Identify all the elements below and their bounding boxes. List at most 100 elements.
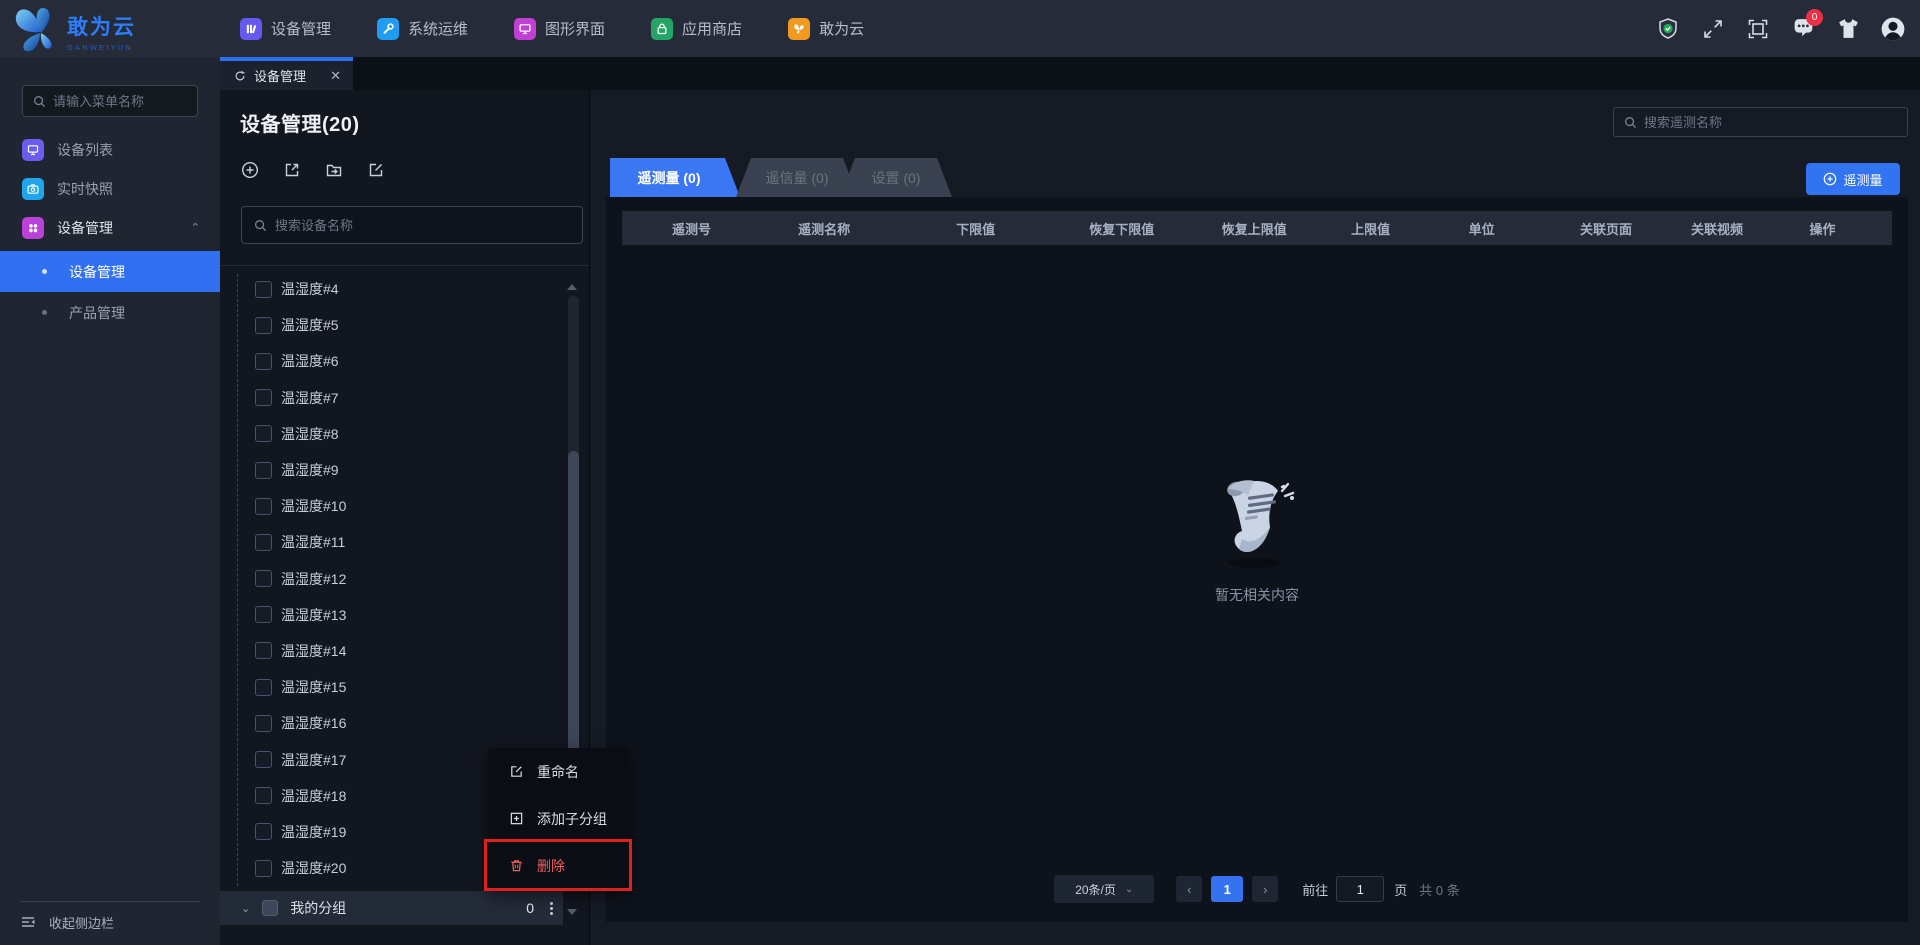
device-row[interactable]: 温湿度#11 (220, 524, 565, 560)
device-row[interactable]: 温湿度#13 (220, 597, 565, 633)
bullet-icon (42, 310, 47, 315)
device-label: 温湿度#13 (281, 606, 347, 623)
close-icon[interactable]: ✕ (330, 69, 341, 82)
scroll-up-arrow[interactable] (567, 284, 577, 290)
refresh-icon[interactable] (234, 70, 246, 82)
add-icon[interactable] (241, 161, 259, 179)
device-checkbox[interactable] (255, 316, 272, 334)
shopping-bag-icon (651, 17, 674, 40)
sidebar-item-label: 设备管理 (57, 219, 113, 236)
sidebar-item-device-list[interactable]: 设备列表 (0, 130, 220, 169)
page-size-value: 20条/页 (1075, 882, 1116, 897)
next-page-button[interactable]: › (1252, 876, 1279, 902)
sidebar-item-device-management[interactable]: 设备管理 ⌃ (0, 208, 220, 247)
nav-item-device-management[interactable]: 设备管理 (240, 17, 332, 40)
device-checkbox[interactable] (255, 280, 272, 298)
tab-telesignal[interactable]: 遥信量 (0) (736, 158, 858, 197)
device-row[interactable]: 温湿度#4 (220, 271, 565, 307)
table-header-row: 遥测号 遥测名称 下限值 恢复下限值 恢复上限值 上限值 单位 关联页面 关联视频 操作 (622, 211, 1892, 245)
fullscreen-icon[interactable] (1700, 16, 1726, 42)
device-row[interactable]: 温湿度#15 (220, 669, 565, 705)
device-row[interactable]: 温湿度#12 (220, 561, 565, 597)
device-row[interactable]: 温湿度#9 (220, 452, 565, 488)
chevron-down-icon[interactable]: ⌄ (241, 902, 250, 915)
collapse-sidebar-button[interactable]: 收起侧边栏 (20, 907, 114, 937)
telemetry-search-box[interactable] (1613, 107, 1908, 137)
sidebar-subitem-product-management[interactable]: 产品管理 (0, 292, 220, 333)
scroll-down-arrow[interactable] (567, 909, 577, 915)
security-shield-icon[interactable] (1655, 16, 1681, 42)
goto-label: 前往 (1302, 882, 1329, 898)
add-telemetry-label: 遥测量 (1843, 172, 1883, 188)
nav-item-label: 设备管理 (271, 21, 332, 38)
device-checkbox[interactable] (255, 678, 272, 696)
user-avatar[interactable] (1880, 16, 1906, 42)
screenshot-frame-icon[interactable] (1745, 16, 1771, 42)
context-menu-add-subgroup[interactable]: 添加子分组 (488, 795, 627, 842)
edit-icon[interactable] (367, 161, 385, 179)
tab-label: 遥信量 (0) (765, 169, 829, 186)
device-label: 温湿度#4 (281, 281, 339, 298)
tab-settings[interactable]: 设置 (0) (840, 158, 952, 197)
device-label: 温湿度#10 (281, 498, 347, 515)
telemetry-search-input[interactable] (1644, 114, 1884, 130)
goto-page-input[interactable] (1336, 876, 1385, 902)
device-search-box[interactable] (241, 206, 583, 244)
device-checkbox[interactable] (255, 570, 272, 588)
device-checkbox[interactable] (255, 461, 272, 479)
tab-label: 设置 (0) (871, 169, 921, 186)
page-size-dropdown[interactable]: 20条/页 ⌄ (1054, 875, 1155, 903)
messages-icon[interactable]: 0 (1790, 8, 1823, 42)
sidebar-subitem-label: 产品管理 (69, 304, 125, 321)
chevron-up-icon[interactable]: ⌃ (191, 221, 200, 234)
device-row[interactable]: 温湿度#7 (220, 380, 565, 416)
device-row[interactable]: 温湿度#6 (220, 343, 565, 379)
menu-search-box[interactable] (22, 85, 198, 117)
group-checkbox[interactable] (262, 900, 279, 916)
context-menu-rename[interactable]: 重命名 (488, 748, 627, 795)
device-checkbox[interactable] (255, 859, 272, 877)
device-checkbox[interactable] (255, 497, 272, 515)
chevron-down-icon: ⌄ (1124, 883, 1134, 895)
export-icon[interactable] (283, 161, 301, 179)
kebab-menu-icon[interactable] (550, 901, 553, 915)
move-to-folder-icon[interactable] (325, 161, 343, 179)
device-checkbox[interactable] (255, 606, 272, 624)
nav-item-ganweiyun[interactable]: 敢为云 (788, 17, 864, 40)
group-row-my-group[interactable]: ⌄ 我的分组 0 (220, 891, 563, 925)
tab-telemetry[interactable]: 遥测量 (0) (610, 158, 740, 197)
group-label: 我的分组 (290, 900, 347, 916)
nav-item-graphics-ui[interactable]: 图形界面 (514, 17, 606, 40)
device-row[interactable]: 温湿度#8 (220, 416, 565, 452)
menu-search-input[interactable] (53, 93, 183, 109)
device-checkbox[interactable] (255, 425, 272, 443)
context-menu-delete[interactable]: 删除 (488, 842, 627, 889)
add-telemetry-button[interactable]: 遥测量 (1806, 163, 1900, 195)
sidebar-subitem-device-management[interactable]: 设备管理 (0, 251, 220, 292)
device-row[interactable]: 温湿度#5 (220, 307, 565, 343)
nav-item-system-ops[interactable]: 系统运维 (377, 17, 468, 40)
add-subgroup-icon (510, 812, 523, 825)
theme-tshirt-icon[interactable] (1835, 16, 1861, 42)
device-checkbox[interactable] (255, 352, 272, 370)
doc-tab-device-management[interactable]: 设备管理 ✕ (220, 57, 353, 90)
device-row[interactable]: 温湿度#14 (220, 633, 565, 669)
device-checkbox[interactable] (255, 787, 272, 805)
nav-item-label: 应用商店 (682, 21, 743, 38)
device-row[interactable]: 温湿度#10 (220, 488, 565, 524)
trash-icon (511, 860, 522, 872)
device-checkbox[interactable] (255, 823, 272, 841)
device-row[interactable]: 温湿度#16 (220, 705, 565, 741)
device-checkbox[interactable] (255, 533, 272, 551)
device-search-input[interactable] (275, 217, 555, 233)
device-checkbox[interactable] (255, 642, 272, 660)
nav-item-label: 图形界面 (545, 21, 606, 38)
device-checkbox[interactable] (255, 714, 272, 732)
current-page-button[interactable]: 1 (1211, 876, 1244, 902)
device-checkbox[interactable] (255, 389, 272, 407)
nav-item-app-store[interactable]: 应用商店 (651, 17, 743, 40)
sidebar-item-snapshot[interactable]: 实时快照 (0, 169, 220, 208)
table-header-cell: 下限值 (956, 221, 996, 237)
prev-page-button[interactable]: ‹ (1176, 876, 1203, 902)
device-checkbox[interactable] (255, 751, 272, 769)
